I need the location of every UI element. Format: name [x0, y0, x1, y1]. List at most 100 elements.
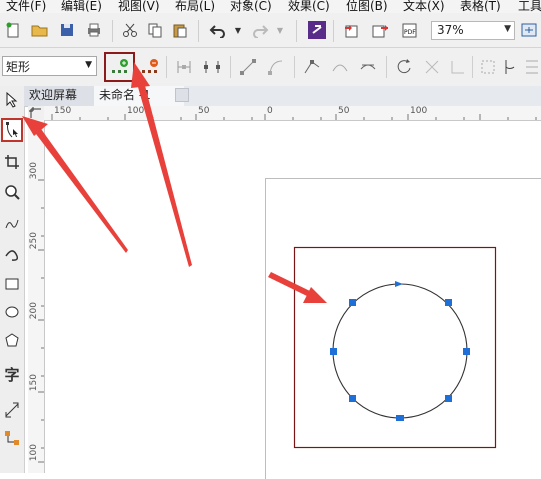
undo-icon[interactable] — [208, 20, 228, 40]
node-handle[interactable] — [330, 348, 337, 355]
h-ruler-label: 50 — [338, 106, 350, 116]
horizontal-ruler[interactable]: 150 100 50 0 50 100 — [44, 106, 541, 121]
full-screen-icon[interactable] — [519, 20, 539, 40]
publish-pdf-icon[interactable]: PDF — [400, 20, 420, 40]
h-ruler-label: 100 — [127, 106, 145, 116]
menu-layout[interactable]: 布局(L) — [175, 0, 215, 13]
svg-text:PDF: PDF — [404, 29, 416, 36]
cusp-node-icon[interactable] — [302, 57, 322, 77]
vertical-ruler[interactable]: 300 250 200 150 100 — [28, 120, 45, 473]
delete-node-icon[interactable] — [140, 57, 160, 77]
smooth-node-icon[interactable] — [330, 57, 350, 77]
reverse-direction-icon[interactable] — [394, 57, 414, 77]
undo-dropdown-icon[interactable]: ▼ — [228, 20, 248, 40]
menu-bitmaps[interactable]: 位图(B) — [346, 0, 388, 13]
text-tool-icon[interactable]: 字 — [2, 364, 22, 384]
toolbox: 字 — [0, 86, 25, 473]
standard-toolbar: ▼ ▼ PDF 37% ▼ — [0, 13, 541, 48]
extend-curve-icon[interactable] — [422, 57, 442, 77]
shape-tool-icon[interactable] — [2, 120, 22, 140]
break-curve-icon[interactable] — [202, 57, 222, 77]
chevron-down-icon[interactable]: ▼ — [85, 60, 92, 70]
ruler-origin[interactable] — [28, 106, 45, 121]
toolbar-separator — [472, 56, 473, 78]
shape-type-value: 矩形 — [6, 60, 31, 74]
redo-icon[interactable] — [250, 20, 270, 40]
extract-subpath-icon[interactable] — [448, 57, 468, 77]
tab-welcome-screen[interactable]: 欢迎屏幕 — [24, 86, 103, 106]
selection-layer — [293, 246, 497, 449]
rectangle-tool-icon[interactable] — [2, 274, 22, 294]
property-bar: 矩形 ▼ — [0, 48, 541, 87]
direction-arrow-icon — [395, 281, 403, 287]
toolbar-separator — [294, 56, 295, 78]
rotate-nodes-icon[interactable] — [500, 57, 520, 77]
node-handle[interactable] — [349, 395, 356, 402]
toolbar-separator — [386, 56, 387, 78]
node-handle[interactable] — [396, 415, 404, 421]
toolbar-separator — [112, 20, 113, 42]
new-icon[interactable] — [3, 20, 23, 40]
open-icon[interactable] — [30, 20, 50, 40]
toolbar-separator — [230, 56, 231, 78]
crop-tool-icon[interactable] — [2, 152, 22, 172]
polygon-tool-icon[interactable] — [2, 330, 22, 350]
menu-tools[interactable]: 工具 — [518, 0, 541, 13]
menu-edit[interactable]: 编辑(E) — [61, 0, 102, 13]
shape-type-select[interactable]: 矩形 ▼ — [2, 56, 97, 76]
cut-icon[interactable] — [120, 20, 140, 40]
pick-tool-icon[interactable] — [2, 90, 22, 110]
document-tab-bar: 欢迎屏幕 未命名 -1 — [24, 86, 541, 107]
save-icon[interactable] — [57, 20, 77, 40]
dimension-tool-icon[interactable] — [2, 400, 22, 420]
menu-bar: 文件(F) 编辑(E) 视图(V) 布局(L) 对象(C) 效果(C) 位图(B… — [0, 0, 541, 13]
toolbar-separator — [333, 20, 334, 42]
node-handle[interactable] — [349, 299, 356, 306]
chevron-down-icon[interactable]: ▼ — [504, 24, 511, 34]
h-ruler-label: 100 — [410, 106, 428, 116]
node-handle[interactable] — [445, 395, 452, 402]
toolbar-separator — [296, 20, 297, 42]
menu-effects[interactable]: 效果(C) — [288, 0, 330, 13]
smart-fill-tool-icon[interactable] — [2, 244, 22, 264]
freehand-tool-icon[interactable] — [2, 214, 22, 234]
menu-view[interactable]: 视图(V) — [118, 0, 160, 13]
v-ruler-label: 200 — [29, 302, 39, 320]
paste-icon[interactable] — [170, 20, 190, 40]
drawing-canvas[interactable] — [45, 121, 541, 479]
menu-file[interactable]: 文件(F) — [6, 0, 46, 13]
h-ruler-label: 150 — [54, 106, 72, 116]
menu-object[interactable]: 对象(C) — [230, 0, 272, 13]
toolbar-separator — [198, 20, 199, 42]
toolbar-separator — [166, 56, 167, 78]
to-line-icon[interactable] — [238, 57, 258, 77]
print-icon[interactable] — [84, 20, 104, 40]
redo-dropdown-icon[interactable]: ▼ — [270, 20, 290, 40]
stretch-nodes-icon[interactable] — [478, 57, 498, 77]
node-handle[interactable] — [445, 299, 452, 306]
connector-tool-icon[interactable] — [2, 428, 22, 448]
export-icon[interactable] — [371, 20, 391, 40]
v-ruler-label: 150 — [29, 374, 39, 392]
join-nodes-icon[interactable] — [174, 57, 194, 77]
ellipse-tool-icon[interactable] — [2, 302, 22, 322]
copy-icon[interactable] — [145, 20, 165, 40]
symmetrical-node-icon[interactable] — [358, 57, 378, 77]
zoom-tool-icon[interactable] — [2, 182, 22, 202]
new-tab-button[interactable] — [175, 88, 189, 102]
v-ruler-label: 300 — [29, 162, 39, 180]
menu-table[interactable]: 表格(T) — [460, 0, 501, 13]
search-content-icon[interactable] — [307, 20, 327, 40]
node-handle[interactable] — [463, 348, 470, 355]
h-ruler-label: 50 — [198, 106, 210, 116]
menu-text[interactable]: 文本(X) — [403, 0, 445, 13]
tab-untitled-1[interactable]: 未命名 -1 — [94, 86, 184, 106]
h-ruler-label: 0 — [267, 106, 273, 116]
to-curve-icon[interactable] — [266, 57, 286, 77]
import-icon[interactable] — [342, 20, 362, 40]
zoom-level-select[interactable]: 37% ▼ — [431, 21, 515, 40]
v-ruler-label: 100 — [29, 444, 39, 462]
zoom-value: 37% — [437, 23, 464, 37]
add-node-icon[interactable] — [110, 57, 130, 77]
align-nodes-icon[interactable] — [522, 57, 541, 77]
